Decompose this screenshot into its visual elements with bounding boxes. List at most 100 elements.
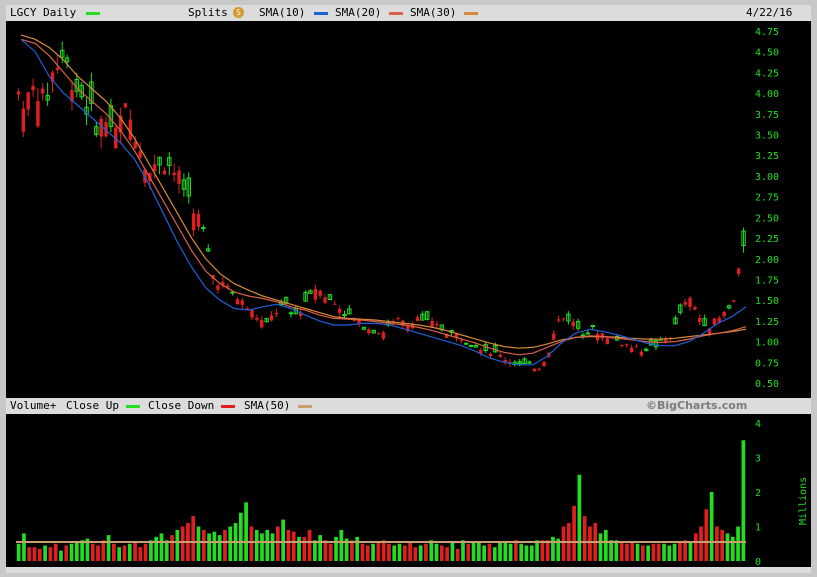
volume-bar-down [656, 543, 661, 561]
volume-bar-down [424, 543, 428, 561]
volume-bar-up [535, 540, 539, 561]
volume-bar-down [112, 543, 116, 561]
candle-body-down [415, 317, 420, 322]
candle-body-down [318, 290, 322, 296]
volume-bar-up [159, 533, 164, 561]
volume-bar-down [466, 543, 471, 561]
candle-body-down [552, 333, 556, 340]
volume-bar-up [482, 545, 487, 561]
candle-body-down [561, 318, 566, 320]
candle-body-down [367, 329, 371, 334]
volume-bar-down [275, 526, 280, 561]
candle-body-down [274, 312, 279, 315]
candle-body-down [396, 318, 400, 320]
price-axis-tick-label: 2.25 [755, 234, 779, 245]
close-down-label: Close Down [148, 399, 215, 412]
candle-body-down [435, 324, 439, 326]
volume-bar-down [328, 543, 333, 561]
volume-bar-up [635, 543, 640, 561]
candle-body-down [732, 300, 736, 302]
volume-bar-down [561, 526, 566, 561]
sma20-legend-swatch [389, 12, 403, 15]
volume-bar-up [355, 536, 360, 561]
volume-axis-tick-label: 3 [755, 454, 761, 465]
volume-chart: 4 3 2 1 0 Millions [16, 419, 809, 567]
price-axis-tick-label: 1.50 [755, 296, 779, 307]
volume-bar-up [297, 536, 301, 561]
price-axis-tick-label: 0.50 [755, 379, 779, 390]
volume-bar-up [519, 543, 524, 561]
volume-bar-up [217, 535, 222, 561]
volume-bar-up [477, 542, 481, 561]
volume-bar-up [598, 533, 603, 561]
volume-bar-up [492, 547, 497, 561]
candle-body-down [625, 344, 629, 346]
volume-bar-down [514, 540, 518, 561]
candle-body-up [201, 227, 206, 230]
volume-bar-up [149, 540, 153, 561]
candle-body-down [177, 170, 181, 184]
volume-bar-down [302, 536, 307, 561]
volume-bar-up [265, 529, 270, 561]
candle-body-down [191, 213, 196, 231]
volume-bar-up [672, 543, 677, 561]
volume-bar-down [53, 543, 58, 561]
volume-axis-tick-label: 1 [755, 523, 761, 534]
volume-bar-down [704, 509, 709, 561]
volume-bar-up [603, 529, 608, 561]
candle-body-up [527, 361, 532, 364]
volume-bar-up [260, 533, 264, 561]
candle-body-up [585, 332, 591, 335]
candle-body-down [498, 354, 502, 357]
volume-bar-down [572, 505, 576, 561]
volume-bar-up [212, 531, 217, 561]
price-axis-tick-label: 4.25 [755, 68, 779, 79]
volume-bar-up [254, 529, 259, 561]
volume-bar-down [201, 529, 206, 561]
volume-bar-down [630, 542, 635, 561]
sma50-legend-label: SMA(50) [244, 399, 291, 412]
volume-bar-down [37, 548, 42, 561]
close-up-label: Close Up [66, 399, 119, 412]
price-axis-tick-label: 3.25 [755, 151, 779, 162]
volume-bar-up [16, 543, 21, 561]
volume-axis-title: Millions [798, 477, 809, 525]
candle-body-down [337, 308, 342, 313]
volume-bar-up [318, 535, 323, 561]
candle-body-down [333, 303, 337, 305]
volume-bar-down [683, 540, 688, 561]
volume-bar-down [699, 526, 703, 561]
volume-bar-up [614, 540, 619, 561]
candle-body-down [571, 321, 575, 327]
candle-body-down [620, 345, 624, 347]
volume-axis-tick-label: 0 [755, 557, 761, 567]
volume-bar-down [307, 529, 312, 561]
sma20-legend-label: SMA(20) [335, 6, 382, 19]
price-axis-tick-label: 2.00 [755, 255, 779, 266]
volume-bar-down [720, 529, 725, 561]
candle-body-up [463, 342, 469, 345]
candle-body-down [16, 91, 21, 95]
volume-bar-down [408, 542, 412, 561]
volume-bar-down [180, 526, 185, 561]
candle-body-down [172, 172, 176, 176]
volume-bar-down [122, 545, 127, 561]
splits-badge-icon: S [233, 7, 244, 18]
price-axis-tick-label: 1.00 [755, 338, 779, 349]
volume-bar-down [439, 545, 444, 561]
volume-bar-down [360, 543, 365, 561]
candle-body-down [639, 351, 644, 356]
volume-bar-down [48, 547, 53, 561]
volume-bar-down [249, 526, 254, 561]
volume-bar-down [487, 543, 492, 561]
volume-bar-down [445, 547, 449, 561]
candle-body-down [693, 307, 697, 310]
candle-body-down [313, 288, 318, 300]
volume-bar-up [164, 540, 169, 561]
candle-body-down [722, 311, 726, 317]
volume-bar-down [455, 548, 460, 561]
volume-bar-up [662, 543, 666, 561]
volume-bar-up [529, 545, 534, 561]
volume-axis-tick-label: 2 [755, 488, 761, 499]
volume-bar-down [138, 547, 143, 561]
